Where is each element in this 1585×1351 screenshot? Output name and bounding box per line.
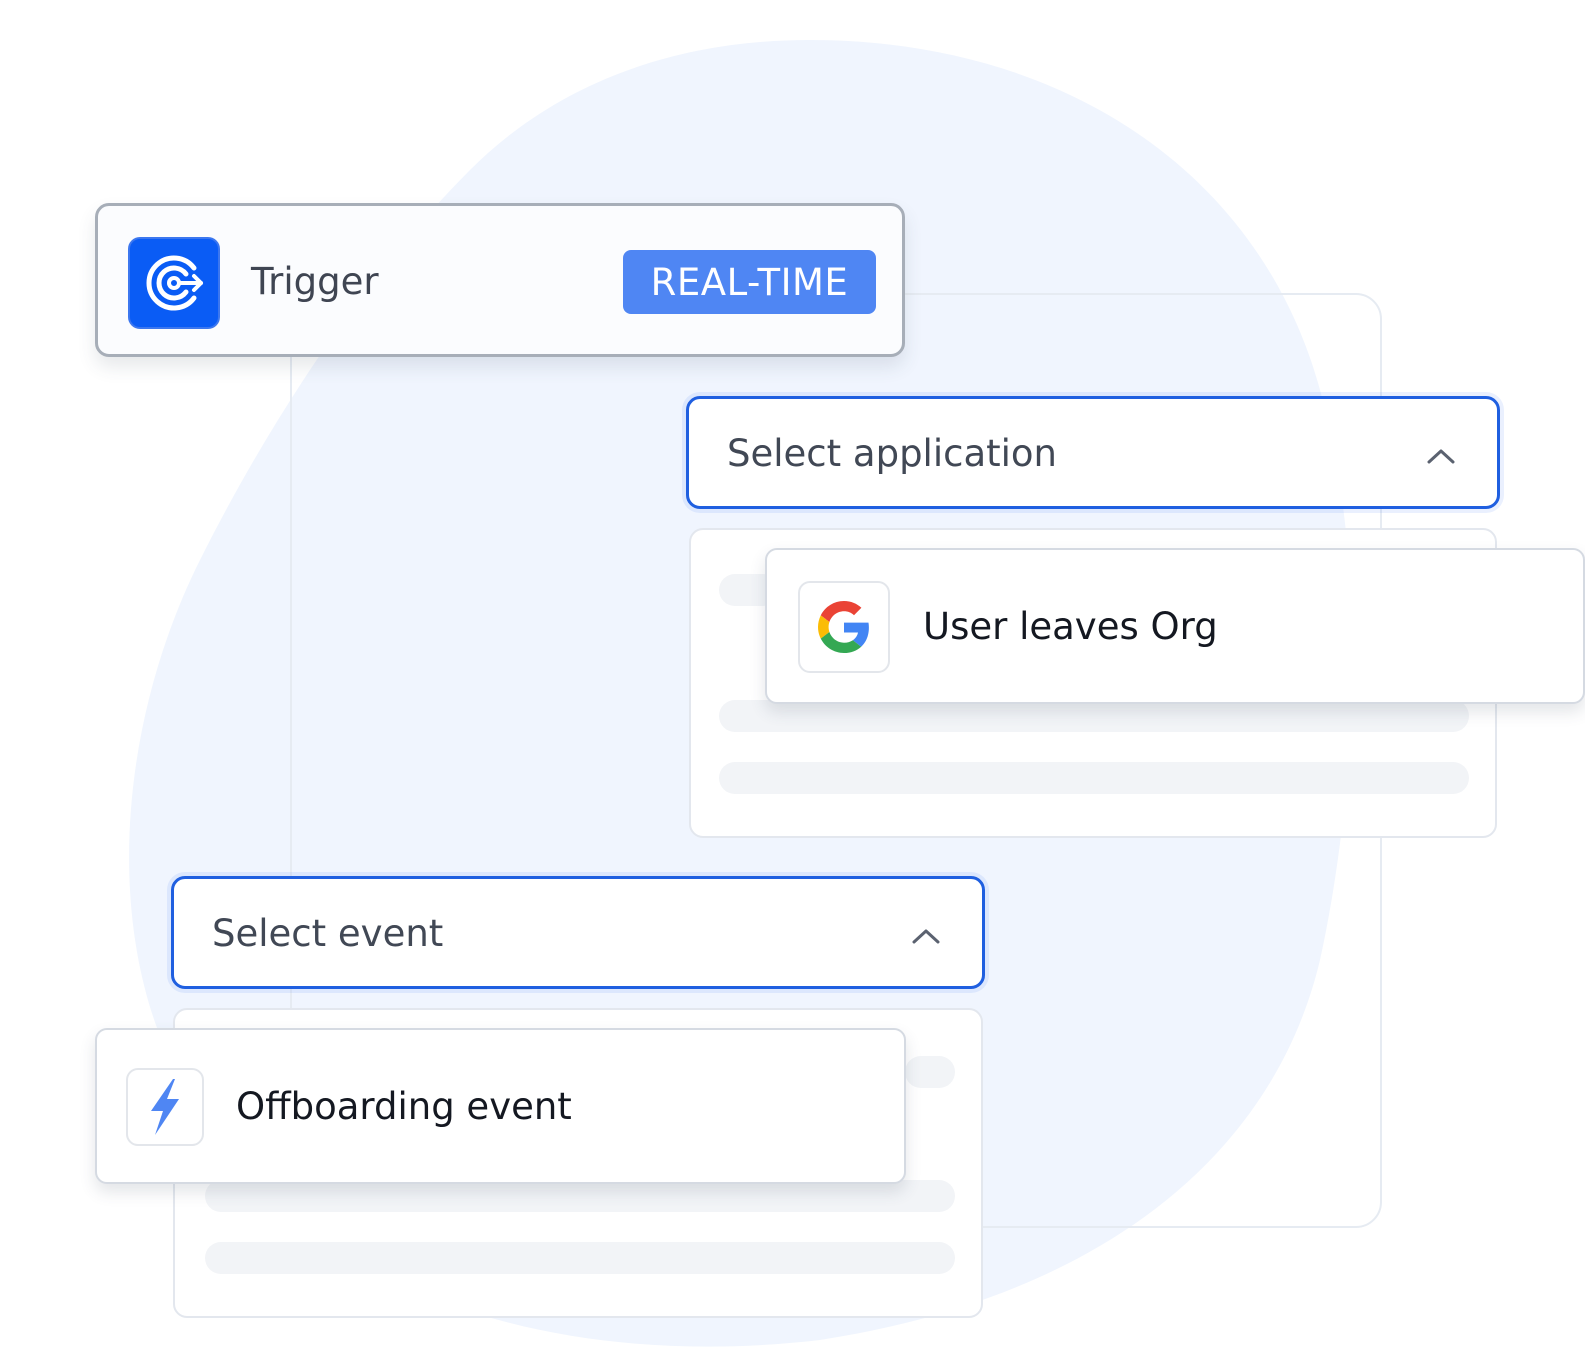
placeholder-row <box>719 700 1469 732</box>
option-offboarding-event[interactable]: Offboarding event <box>95 1028 906 1184</box>
placeholder-row <box>205 1242 955 1274</box>
placeholder-row <box>719 762 1469 794</box>
google-icon <box>798 581 890 673</box>
trigger-card[interactable]: Trigger REAL-TIME <box>95 203 905 357</box>
placeholder-row <box>905 1056 955 1088</box>
select-application-label: Select application <box>727 432 1058 475</box>
chevron-up-icon[interactable] <box>1425 446 1457 466</box>
select-application-dropdown[interactable]: Select application <box>686 396 1500 509</box>
trigger-target-icon <box>128 237 220 329</box>
option-label: User leaves Org <box>923 605 1218 648</box>
option-label: Offboarding event <box>236 1085 572 1128</box>
select-event-label: Select event <box>212 912 444 955</box>
chevron-up-icon[interactable] <box>910 926 942 946</box>
select-event-dropdown[interactable]: Select event <box>171 876 985 989</box>
placeholder-row <box>205 1180 955 1212</box>
lightning-bolt-icon <box>126 1068 204 1146</box>
realtime-badge: REAL-TIME <box>623 250 876 314</box>
trigger-label: Trigger <box>251 260 379 303</box>
option-user-leaves-org[interactable]: User leaves Org <box>765 548 1585 704</box>
